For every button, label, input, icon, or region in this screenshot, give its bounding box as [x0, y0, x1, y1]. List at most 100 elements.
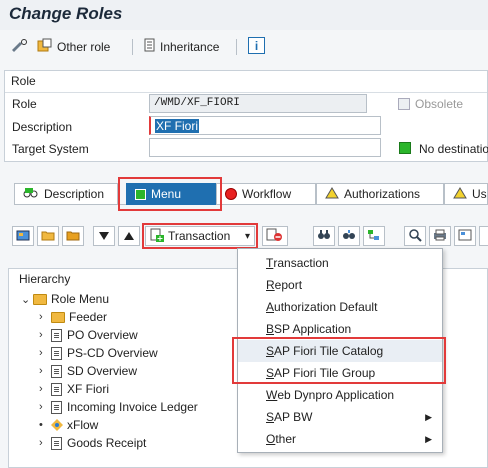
inheritance-label: Inheritance: [160, 39, 220, 54]
tab-description[interactable]: Description: [14, 183, 118, 205]
chevron-right-icon[interactable]: ›: [39, 311, 51, 323]
display-change-button[interactable]: [10, 38, 28, 55]
menu-item-mnemonic: B: [266, 322, 275, 336]
other-node-button[interactable]: [363, 226, 385, 246]
other-role-label: Other role: [57, 39, 111, 54]
document-icon: [51, 400, 62, 414]
role-menu-button[interactable]: [12, 226, 34, 246]
tree-node[interactable]: › Incoming Invoice Ledger: [39, 398, 198, 416]
tree-node[interactable]: › SD Overview: [39, 362, 198, 380]
tree-node[interactable]: › XF Fiori: [39, 380, 198, 398]
tab-label: Workflow: [242, 187, 292, 201]
tree-root-label: Role Menu: [51, 292, 110, 306]
folder-button[interactable]: [37, 226, 59, 246]
chevron-right-icon[interactable]: ›: [39, 437, 51, 449]
description-glasses-icon: [23, 187, 39, 202]
red-status-icon: [225, 188, 237, 200]
pencil-glasses-icon: [10, 38, 28, 55]
chevron-right-icon[interactable]: ›: [39, 329, 51, 341]
menu-item-sap-bw[interactable]: S AP BW ▶: [238, 406, 442, 428]
description-value: XF Fiori: [155, 119, 199, 133]
tree-node[interactable]: › PO Overview: [39, 326, 198, 344]
move-down-button[interactable]: [93, 226, 115, 246]
menu-item-label: ransaction: [273, 256, 329, 270]
menu-item-label: ther: [275, 432, 297, 446]
tab-label: Us: [472, 187, 487, 201]
tree-node-label: Incoming Invoice Ledger: [67, 400, 198, 414]
tab-label: Description: [44, 187, 105, 201]
chevron-right-icon[interactable]: ›: [39, 347, 51, 359]
tab-workflow[interactable]: Workflow: [216, 183, 316, 205]
submenu-arrow-icon: ▶: [425, 411, 432, 422]
menu-item-label: uthorization Default: [274, 300, 378, 314]
menu-item-label: eb Dynpro Application: [277, 388, 395, 402]
delete-node-icon: [266, 228, 284, 245]
tree-node-label: SD Overview: [67, 364, 138, 378]
delete-node-button[interactable]: [262, 226, 288, 246]
tab-label: Authorizations: [344, 187, 421, 201]
folder-icon: [66, 229, 80, 244]
chevron-right-icon[interactable]: ›: [39, 401, 51, 413]
triangle-up-icon: [124, 229, 134, 243]
toolbar-separator: [236, 39, 237, 55]
warning-icon: [453, 186, 467, 202]
bullet-icon: •: [39, 419, 43, 431]
other-role-icon: [37, 38, 53, 55]
expand-button[interactable]: [454, 226, 476, 246]
chevron-right-icon[interactable]: ›: [39, 383, 51, 395]
menu-item-mnemonic: O: [266, 432, 276, 446]
document-icon: [51, 382, 62, 396]
role-field[interactable]: /WMD/XF_FIORI: [149, 94, 367, 113]
tab-strip: Description Menu Workflow Authorizations…: [14, 183, 488, 205]
inheritance-button[interactable]: Inheritance: [144, 38, 219, 55]
chevron-right-icon[interactable]: ›: [39, 365, 51, 377]
hierarchy-tree: ⌄ Role Menu › Feeder › PO Overview › PS-CD …: [21, 290, 198, 452]
menu-item-transaction[interactable]: Transaction: [238, 252, 442, 274]
role-label: Role: [12, 97, 37, 111]
obsolete-checkbox[interactable]: [398, 98, 410, 110]
find-next-button[interactable]: [338, 226, 360, 246]
collapse-button[interactable]: [479, 226, 488, 246]
binoculars-icon: [317, 229, 331, 244]
tree-node[interactable]: › Feeder: [39, 308, 198, 326]
expand-tree-icon: [458, 229, 472, 244]
triangle-down-icon: [99, 229, 109, 243]
binoculars-next-icon: [342, 229, 356, 244]
tree-root[interactable]: ⌄ Role Menu: [21, 290, 198, 308]
find-button[interactable]: [313, 226, 335, 246]
printer-icon: [433, 229, 447, 244]
tab-authorizations[interactable]: Authorizations: [316, 183, 444, 205]
tree-node[interactable]: › PS-CD Overview: [39, 344, 198, 362]
menu-item-authorization-default[interactable]: Authorization Default: [238, 296, 442, 318]
app-toolbar: Other role Inheritance i: [0, 32, 488, 60]
zoom-button[interactable]: [404, 226, 426, 246]
role-menu-icon: [16, 229, 30, 244]
tab-user[interactable]: Us: [444, 183, 488, 205]
tree-node[interactable]: › Goods Receipt: [39, 434, 198, 452]
tree-node[interactable]: • xFlow: [39, 416, 198, 434]
folder-alt-button[interactable]: [62, 226, 84, 246]
inheritance-icon: [144, 38, 156, 55]
menu-item-label: eport: [274, 278, 303, 292]
menu-item-label: AP BW: [274, 410, 313, 424]
highlight-transaction-button: [142, 223, 258, 249]
tree-node-label: PO Overview: [67, 328, 138, 342]
chevron-down-icon[interactable]: ⌄: [21, 293, 33, 306]
other-role-button[interactable]: Other role: [37, 38, 110, 55]
menu-item-report[interactable]: Report: [238, 274, 442, 296]
menu-item-label: SP Application: [274, 322, 352, 336]
page-title: Change Roles: [9, 4, 123, 23]
menu-item-other[interactable]: Other ▶: [238, 428, 442, 450]
move-up-button[interactable]: [118, 226, 140, 246]
print-button[interactable]: [429, 226, 451, 246]
folder-icon: [51, 311, 65, 323]
menu-item-mnemonic: W: [266, 388, 278, 402]
document-icon: [51, 328, 62, 342]
description-field[interactable]: XF Fiori: [149, 116, 381, 135]
tree-node-label: XF Fiori: [67, 382, 109, 396]
info-icon[interactable]: i: [248, 37, 265, 54]
menu-item-web-dynpro-application[interactable]: Web Dynpro Application: [238, 384, 442, 406]
tree-icon: [367, 229, 381, 244]
menu-item-mnemonic: A: [266, 300, 275, 314]
target-system-field[interactable]: [149, 138, 381, 157]
